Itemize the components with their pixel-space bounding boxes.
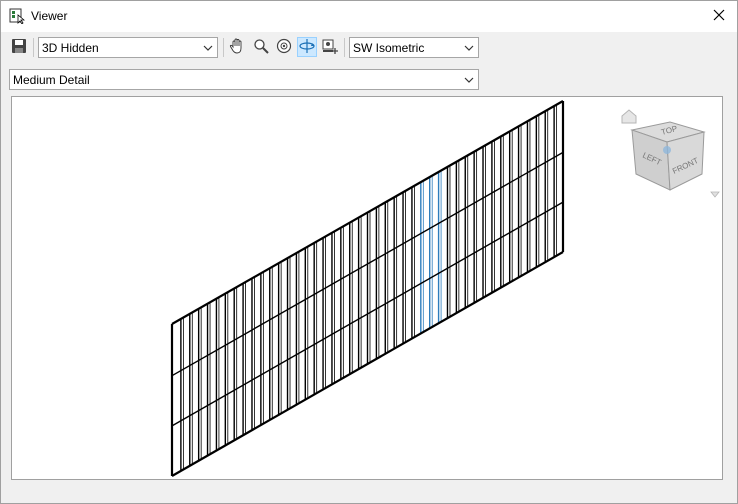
steering-wheel-button[interactable] bbox=[274, 37, 294, 57]
toolbar-separator bbox=[344, 38, 345, 57]
zoom-button[interactable] bbox=[251, 37, 271, 57]
window-title: Viewer bbox=[31, 9, 68, 23]
toolbar: 3D Hidden SW Isometric bbox=[1, 34, 737, 62]
home-icon[interactable] bbox=[621, 109, 637, 124]
chevron-down-icon bbox=[203, 42, 213, 52]
chevron-down-icon bbox=[464, 42, 474, 52]
camera-icon bbox=[321, 37, 339, 58]
close-button[interactable] bbox=[701, 1, 737, 32]
save-icon bbox=[11, 38, 27, 57]
viewcube-corner-highlight bbox=[663, 146, 671, 154]
chevron-down-icon bbox=[464, 74, 474, 84]
camera-button[interactable] bbox=[320, 37, 340, 57]
view-value: SW Isometric bbox=[353, 40, 425, 55]
orbit-icon bbox=[298, 37, 316, 58]
viewer-app-icon bbox=[9, 8, 26, 25]
detail-level-dropdown[interactable]: Medium Detail bbox=[9, 69, 479, 90]
visual-style-value: 3D Hidden bbox=[42, 40, 99, 55]
pan-icon bbox=[228, 37, 246, 58]
detail-level-value: Medium Detail bbox=[13, 72, 90, 87]
title-bar[interactable]: Viewer bbox=[1, 1, 737, 32]
close-icon bbox=[713, 9, 725, 24]
viewcube-menu-icon[interactable] bbox=[710, 191, 720, 198]
viewer-window: Viewer 3D Hidden SW Isometric Medium Det… bbox=[0, 0, 738, 504]
pan-button[interactable] bbox=[227, 37, 247, 57]
toolbar-separator bbox=[223, 38, 224, 57]
3d-viewport[interactable]: TOP LEFT FRONT bbox=[11, 96, 723, 480]
visual-style-dropdown[interactable]: 3D Hidden bbox=[38, 37, 218, 58]
orbit-button[interactable] bbox=[297, 37, 317, 57]
toolbar-separator bbox=[33, 38, 34, 57]
zoom-icon bbox=[253, 38, 269, 57]
view-dropdown[interactable]: SW Isometric bbox=[349, 37, 479, 58]
viewcube[interactable]: TOP LEFT FRONT bbox=[612, 102, 722, 212]
save-button[interactable] bbox=[9, 37, 29, 57]
steering-wheel-icon bbox=[276, 38, 292, 57]
